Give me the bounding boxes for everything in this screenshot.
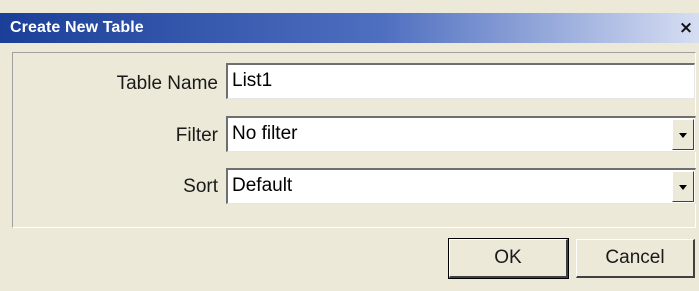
table-name-label: Table Name (116, 73, 218, 94)
create-table-dialog: Create New Table × Table Name List1 Filt… (0, 0, 699, 291)
sort-select[interactable]: Default (226, 168, 696, 204)
filter-dropdown-button[interactable] (672, 119, 694, 150)
cancel-button[interactable]: Cancel (576, 239, 695, 278)
sort-dropdown-button[interactable] (672, 171, 694, 202)
filter-select[interactable]: No filter (226, 116, 696, 152)
chevron-down-icon (679, 185, 687, 190)
sort-select-value: Default (232, 175, 293, 196)
chevron-down-icon (679, 133, 687, 138)
close-icon[interactable]: × (677, 18, 695, 38)
table-name-input[interactable]: List1 (226, 63, 695, 99)
sort-label: Sort (183, 176, 218, 197)
filter-label: Filter (175, 125, 218, 146)
title-bar[interactable]: Create New Table × (0, 13, 699, 43)
ok-button[interactable]: OK (448, 238, 569, 279)
dialog-title: Create New Table (10, 19, 144, 36)
filter-select-value: No filter (232, 123, 298, 144)
